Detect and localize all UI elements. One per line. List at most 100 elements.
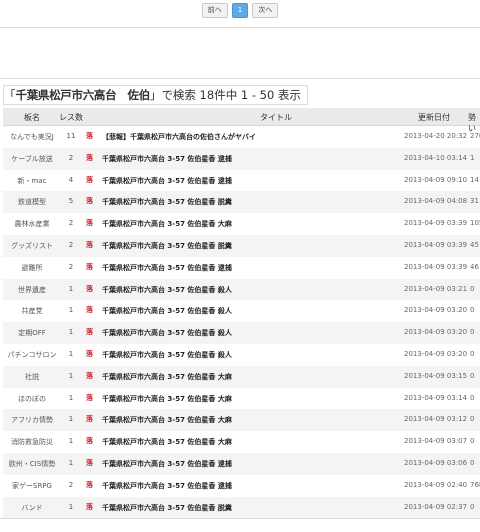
board-name-link[interactable]: 欧州・CIS情勢 <box>3 459 61 469</box>
momentum-value: 0 <box>470 415 475 424</box>
momentum-value: 0 <box>470 437 475 446</box>
table-row[interactable]: 家ゲーSRPG 2 落千葉県松戸市六高台 3-57 佐伯星香 逮捕 2013-04-0… <box>3 475 480 497</box>
board-name-link[interactable]: パチンコサロン <box>3 350 61 360</box>
page-1-button[interactable]: 1 <box>231 3 249 18</box>
fallen-thread-icon: 落 <box>86 197 93 206</box>
res-count: 11 <box>66 132 76 140</box>
board-name-link[interactable]: 家ゲーSRPG <box>3 481 61 491</box>
momentum-value: 45 <box>470 240 479 249</box>
table-row[interactable]: 定期OFF 1 落千葉県松戸市六高台 3-57 佐伯星香 殺人 2013-04-09 … <box>3 322 480 344</box>
board-name-link[interactable]: 社説 <box>3 372 61 382</box>
fallen-thread-icon: 落 <box>86 393 93 402</box>
momentum-value: 105 <box>470 219 480 228</box>
thread-title-link[interactable]: 千葉県松戸市六高台 3-57 佐伯星香 逮捕 <box>102 154 232 164</box>
table-row[interactable]: 鉄道模型 5 落千葉県松戸市六高台 3-57 佐伯星香 脱糞 2013-04-09 0… <box>3 191 480 214</box>
res-count: 1 <box>68 284 74 293</box>
thread-title-link[interactable]: 千葉県松戸市六高台 3-57 佐伯星香 脱糞 <box>102 197 232 207</box>
thread-title-link[interactable]: 千葉県松戸市六高台 3-57 佐伯星香 殺人 <box>102 285 232 295</box>
res-count: 1 <box>68 371 74 380</box>
board-name-link[interactable]: 新・mac <box>3 176 61 186</box>
thread-title-link[interactable]: 千葉県松戸市六高台 3-57 佐伯星香 殺人 <box>102 306 232 316</box>
board-name-link[interactable]: なんでも実況J <box>3 132 61 142</box>
results-table-body: なんでも実況J 11 落【悲報】千葉県松戸市六高台の佐伯さんがヤバイ 2013-04-… <box>3 126 480 519</box>
table-row[interactable]: 世界遺産 1 落千葉県松戸市六高台 3-57 佐伯星香 殺人 2013-04-09 0… <box>3 278 480 301</box>
board-name-link[interactable]: 世界遺産 <box>3 285 61 295</box>
board-name-link[interactable]: グッズリスト <box>3 241 61 251</box>
header-res-count[interactable]: レス数 <box>58 112 84 123</box>
thread-title-link[interactable]: 千葉県松戸市六高台 3-57 佐伯星香 脱糞 <box>102 503 232 513</box>
board-name-link[interactable]: ほのぼの <box>3 394 61 404</box>
fallen-thread-icon: 落 <box>86 219 93 228</box>
table-header: 板名 レス数 タイトル 更新日付 勢い <box>3 108 480 133</box>
table-row[interactable]: 避難所 2 落千葉県松戸市六高台 3-57 佐伯星香 逮捕 2013-04-09 03… <box>3 257 480 279</box>
thread-title-link[interactable]: 千葉県松戸市六高台 3-57 佐伯星香 大麻 <box>102 415 232 425</box>
res-count: 4 <box>68 175 74 184</box>
table-row[interactable]: 欧州・CIS情勢 1 落千葉県松戸市六高台 3-57 佐伯星香 逮捕 2013-04-… <box>3 452 480 475</box>
thread-title-link[interactable]: 千葉県松戸市六高台 3-57 佐伯星香 逮捕 <box>102 459 232 469</box>
thread-title-link[interactable]: 千葉県松戸市六高台 3-57 佐伯星香 大麻 <box>102 372 232 382</box>
thread-title-link[interactable]: 千葉県松戸市六高台 3-57 佐伯星香 逮捕 <box>102 481 232 491</box>
search-result-heading: 「千葉県松戸市六高台 佐伯」で検索 18件中 1 - 50 表示 <box>3 85 308 105</box>
divider <box>0 518 480 519</box>
board-name-link[interactable]: 定期OFF <box>3 328 61 338</box>
fallen-thread-icon: 落 <box>86 415 93 424</box>
table-row[interactable]: なんでも実況J 11 落 【悲報】千葉県松戸市六高台の佐伯さんがヤバイ 2013-04-… <box>3 126 480 148</box>
search-query: 千葉県松戸市六高台 佐伯 <box>15 88 151 102</box>
board-name-link[interactable]: バンド <box>3 503 61 513</box>
thread-title-link[interactable]: 千葉県松戸市六高台 3-57 佐伯星香 大麻 <box>102 437 232 447</box>
update-date: 2013-04-09 02:40 <box>404 480 468 489</box>
header-board[interactable]: 板名 <box>3 112 61 123</box>
update-date: 2013-04-09 02:37 <box>404 502 468 511</box>
thread-title-link[interactable]: 千葉県松戸市六高台 3-57 佐伯星香 逮捕 <box>102 176 232 186</box>
header-title[interactable]: タイトル <box>260 112 292 123</box>
res-count: 1 <box>68 437 74 446</box>
fallen-thread-icon: 落 <box>86 262 93 271</box>
board-name-link[interactable]: アフリカ情勢 <box>3 415 61 425</box>
momentum-value: 0 <box>470 328 475 337</box>
fallen-thread-icon: 落 <box>86 240 93 249</box>
header-update-date[interactable]: 更新日付 <box>418 112 450 123</box>
thread-title-link[interactable]: 千葉県松戸市六高台 3-57 佐伯星香 殺人 <box>102 350 232 360</box>
update-date: 2013-04-09 03:39 <box>404 240 468 249</box>
table-row[interactable]: グッズリスト 2 落千葉県松戸市六高台 3-57 佐伯星香 脱糞 2013-04-09… <box>3 234 480 257</box>
thread-title-link[interactable]: 【悲報】千葉県松戸市六高台の佐伯さんがヤバイ <box>102 132 256 142</box>
thread-title-link[interactable]: 千葉県松戸市六高台 3-57 佐伯星香 逮捕 <box>102 263 232 273</box>
thread-title-link[interactable]: 千葉県松戸市六高台 3-57 佐伯星香 脱糞 <box>102 241 232 251</box>
table-row[interactable]: ケーブル放送 2 落千葉県松戸市六高台 3-57 佐伯星香 逮捕 2013-04-10… <box>3 147 480 170</box>
res-count: 5 <box>68 197 74 206</box>
res-count: 2 <box>68 153 74 162</box>
table-row[interactable]: 消防救急防災 1 落千葉県松戸市六高台 3-57 佐伯星香 大麻 2013-04-09… <box>3 431 480 453</box>
thread-title-link[interactable]: 千葉県松戸市六高台 3-57 佐伯星香 大麻 <box>102 394 232 404</box>
board-name-link[interactable]: 鉄道模型 <box>3 197 61 207</box>
table-row[interactable]: 農林水産業 2 落千葉県松戸市六高台 3-57 佐伯星香 大麻 2013-04-09 … <box>3 213 480 235</box>
thread-title-link[interactable]: 千葉県松戸市六高台 3-57 佐伯星香 殺人 <box>102 328 232 338</box>
fallen-thread-icon: 落 <box>86 480 93 489</box>
board-name-link[interactable]: ケーブル放送 <box>3 154 61 164</box>
table-row[interactable]: 社説 1 落千葉県松戸市六高台 3-57 佐伯星香 大麻 2013-04-09 03:… <box>3 365 480 388</box>
prev-page-button[interactable]: 前へ <box>201 3 228 18</box>
table-row[interactable]: バンド 1 落千葉県松戸市六高台 3-57 佐伯星香 脱糞 2013-04-09 02… <box>3 496 480 519</box>
momentum-value: 0 <box>470 502 475 511</box>
board-name-link[interactable]: 農林水産業 <box>3 219 61 229</box>
fallen-thread-icon: 落 <box>86 132 93 140</box>
res-count: 1 <box>68 349 74 358</box>
table-row[interactable]: 共産党 1 落千葉県松戸市六高台 3-57 佐伯星香 殺人 2013-04-09 03… <box>3 300 480 322</box>
update-date: 2013-04-09 03:20 <box>404 306 468 315</box>
next-page-button[interactable]: 次へ <box>252 3 279 18</box>
board-name-link[interactable]: 消防救急防災 <box>3 437 61 447</box>
board-name-link[interactable]: 避難所 <box>3 263 61 273</box>
update-date: 2013-04-09 03:21 <box>404 284 468 293</box>
update-date: 2013-04-09 03:20 <box>404 349 468 358</box>
res-count: 2 <box>68 219 74 228</box>
table-row[interactable]: 新・mac 4 落千葉県松戸市六高台 3-57 佐伯星香 逮捕 2013-04-09 … <box>3 170 480 192</box>
table-row[interactable]: アフリカ情勢 1 落千葉県松戸市六高台 3-57 佐伯星香 大麻 2013-04-09… <box>3 409 480 432</box>
fallen-thread-icon: 落 <box>86 349 93 358</box>
update-date: 2013-04-09 03:14 <box>404 393 468 402</box>
fallen-thread-icon: 落 <box>86 328 93 337</box>
res-count: 1 <box>68 415 74 424</box>
thread-title-link[interactable]: 千葉県松戸市六高台 3-57 佐伯星香 大麻 <box>102 219 232 229</box>
table-row[interactable]: パチンコサロン 1 落千葉県松戸市六高台 3-57 佐伯星香 殺人 2013-04-0… <box>3 344 480 366</box>
update-date: 2013-04-09 03:07 <box>404 437 468 446</box>
table-row[interactable]: ほのぼの 1 落千葉県松戸市六高台 3-57 佐伯星香 大麻 2013-04-09 0… <box>3 388 480 410</box>
board-name-link[interactable]: 共産党 <box>3 306 61 316</box>
